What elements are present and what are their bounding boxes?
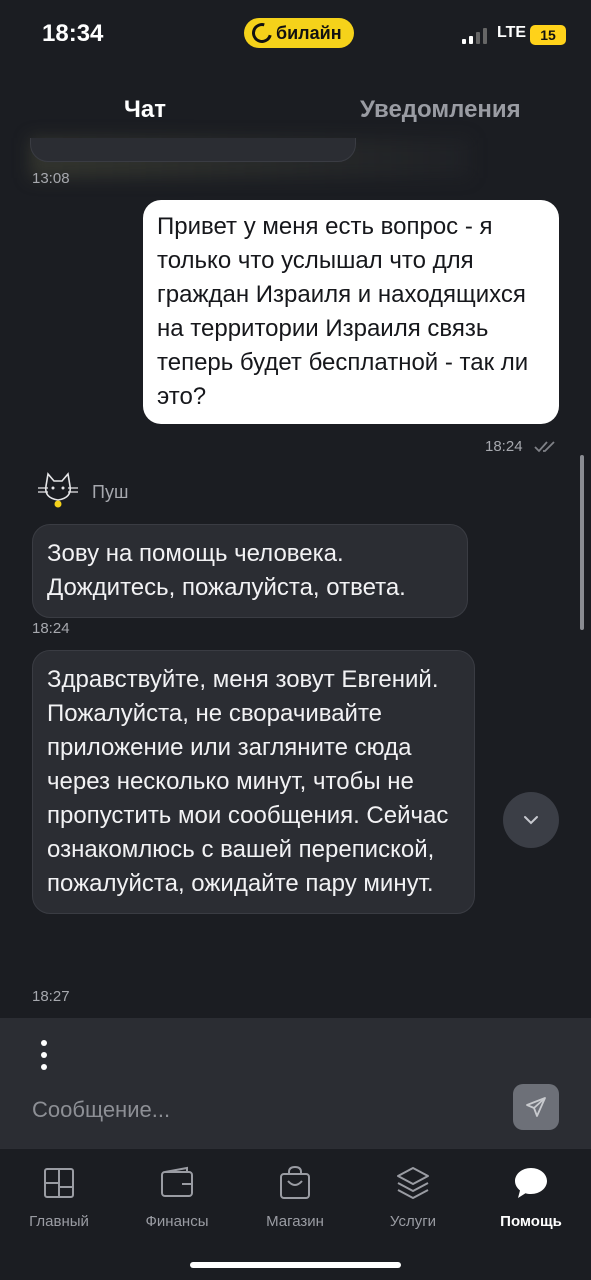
- network-type: LTE: [497, 24, 527, 41]
- more-options-icon[interactable]: [34, 1040, 54, 1070]
- sender-header: Пуш: [34, 468, 128, 516]
- send-button[interactable]: [513, 1084, 559, 1130]
- incoming-message-text: Здравствуйте, меня зовут Евгений. Пожалу…: [47, 666, 449, 897]
- nav-item-help[interactable]: Помощь: [472, 1163, 590, 1230]
- message-time: 13:08: [32, 170, 70, 187]
- signal-icon: [462, 28, 487, 44]
- sender-name: Пуш: [92, 481, 129, 502]
- tab-chat[interactable]: Чат: [124, 96, 166, 124]
- battery-level: 15: [540, 27, 556, 43]
- status-time: 18:34: [42, 20, 104, 47]
- scroll-down-button[interactable]: [503, 792, 559, 848]
- message-time: 18:24: [485, 438, 523, 455]
- nav-label: Магазин: [266, 1213, 324, 1230]
- bottom-nav: Главный Финансы Магазин Услуги Помощь: [0, 1148, 591, 1280]
- incoming-message[interactable]: Здравствуйте, меня зовут Евгений. Пожалу…: [32, 650, 475, 914]
- carrier-badge: билайн: [244, 18, 354, 48]
- send-icon: [526, 1097, 546, 1117]
- nav-item-services[interactable]: Услуги: [354, 1163, 472, 1230]
- nav-item-finance[interactable]: Финансы: [118, 1163, 236, 1230]
- nav-label: Услуги: [389, 1213, 437, 1230]
- message-composer: [0, 1018, 591, 1148]
- header-tabs: Чат Уведомления: [0, 78, 591, 178]
- incoming-message[interactable]: Зову на помощь человека. Дождитесь, пожа…: [32, 524, 468, 618]
- chevron-down-icon: [524, 816, 538, 825]
- status-bar: 18:34 билайн LTE 15: [0, 0, 591, 70]
- battery-icon: 15: [530, 25, 566, 45]
- nav-item-home[interactable]: Главный: [0, 1163, 118, 1230]
- tab-notifications[interactable]: Уведомления: [360, 96, 521, 124]
- read-check-icon: [534, 441, 555, 453]
- cat-avatar-icon: [38, 472, 78, 508]
- shopping-bag-icon: [280, 1165, 310, 1199]
- layers-icon: [397, 1167, 429, 1199]
- wallet-icon: [161, 1166, 193, 1197]
- incoming-message-text: Зову на помощь человека. Дождитесь, пожа…: [47, 540, 406, 601]
- home-indicator[interactable]: [190, 1262, 401, 1268]
- previous-message-bubble: [30, 138, 356, 162]
- chat-area[interactable]: 13:08 Привет у меня есть вопрос - я толь…: [0, 138, 591, 1018]
- nav-label: Финансы: [145, 1213, 209, 1230]
- outgoing-message[interactable]: Привет у меня есть вопрос - я только что…: [143, 200, 559, 424]
- message-input[interactable]: [32, 1090, 482, 1130]
- outgoing-message-text: Привет у меня есть вопрос - я только что…: [157, 213, 529, 410]
- nav-item-shop[interactable]: Магазин: [236, 1163, 354, 1230]
- chat-bubble-icon: [515, 1168, 547, 1198]
- nav-label: Помощь: [500, 1213, 562, 1230]
- message-time: 18:27: [32, 988, 70, 1005]
- message-time: 18:24: [32, 620, 70, 637]
- carrier-name: билайн: [276, 22, 342, 43]
- grid-icon: [44, 1168, 74, 1198]
- beeline-logo-icon: [248, 19, 276, 47]
- nav-label: Главный: [29, 1213, 89, 1230]
- chat-scrollbar[interactable]: [580, 455, 584, 630]
